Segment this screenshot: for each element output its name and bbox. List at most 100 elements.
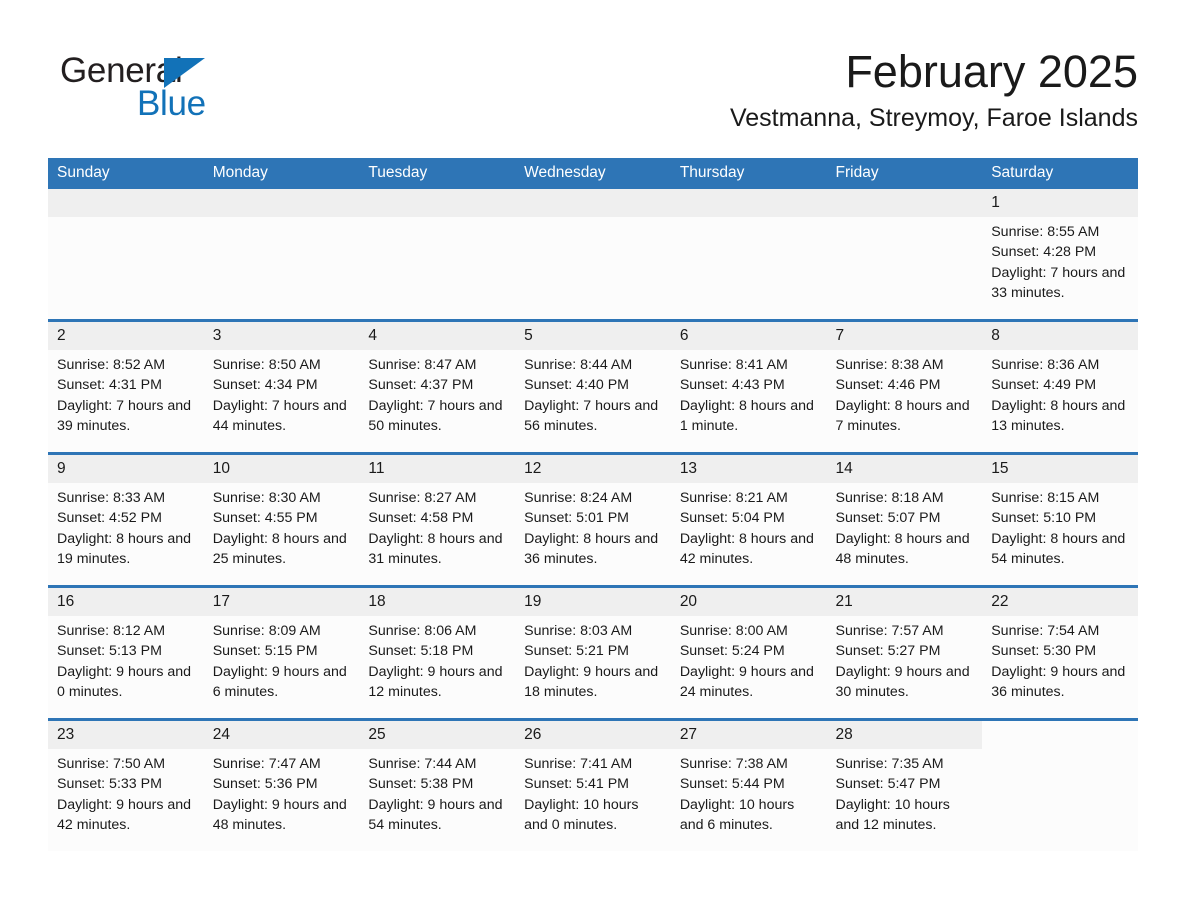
daylight-text: Daylight: 8 hours and 13 minutes. (991, 397, 1126, 435)
daylight-text: Daylight: 9 hours and 6 minutes. (212, 663, 347, 701)
calendar-day-cell[interactable]: 15 Sunrise: 8:15 AM Sunset: 5:10 PM Dayligh… (982, 452, 1138, 587)
day-number-band: 27 (670, 721, 827, 749)
day-details: Sunrise: 8:03 AM Sunset: 5:21 PM Daylight:… (515, 616, 671, 703)
sunrise-text: Sunrise: 8:09 AM (212, 623, 321, 639)
sunset-text: Sunset: 5:10 PM (991, 510, 1097, 527)
day-details: Sunrise: 7:41 AM Sunset: 5:41 PM Daylight:… (515, 749, 671, 836)
sunrise-text: Sunrise: 7:50 AM (57, 756, 166, 772)
day-number-band: 3 (203, 322, 360, 350)
day-number-band: 15 (982, 455, 1138, 483)
sunset-text: Sunset: 5:38 PM (368, 776, 474, 793)
daylight-text: Daylight: 8 hours and 36 minutes. (524, 530, 659, 568)
day-details: Sunrise: 8:21 AM Sunset: 5:04 PM Daylight:… (671, 483, 827, 570)
day-details: Sunrise: 8:38 AM Sunset: 4:46 PM Daylight:… (827, 350, 983, 437)
sunset-text: Sunset: 4:49 PM (991, 377, 1097, 394)
sunset-text: Sunset: 5:27 PM (835, 643, 941, 660)
day-number: 15 (991, 460, 1009, 477)
daylight-text: Daylight: 7 hours and 33 minutes. (991, 264, 1126, 302)
day-number: 12 (524, 460, 542, 477)
calendar-day-cell[interactable]: 4 Sunrise: 8:47 AM Sunset: 4:37 PM Daylight… (359, 319, 516, 454)
daylight-text: Daylight: 8 hours and 31 minutes. (368, 530, 503, 568)
calendar-day-cell[interactable]: 5 Sunrise: 8:44 AM Sunset: 4:40 PM Daylight… (515, 319, 671, 454)
daylight-text: Daylight: 7 hours and 39 minutes. (57, 397, 192, 435)
day-details: Sunrise: 7:50 AM Sunset: 5:33 PM Daylight:… (48, 749, 204, 836)
calendar-day-cell[interactable]: 18 Sunrise: 8:06 AM Sunset: 5:18 PM Dayligh… (359, 585, 516, 720)
sunrise-text: Sunrise: 7:35 AM (835, 756, 944, 772)
daylight-text: Daylight: 8 hours and 1 minute. (679, 397, 814, 435)
sunrise-text: Sunrise: 7:44 AM (368, 756, 477, 772)
day-number-band: 2 (48, 322, 204, 350)
day-details: Sunrise: 8:24 AM Sunset: 5:01 PM Daylight:… (515, 483, 671, 570)
calendar-day-cell[interactable]: 24 Sunrise: 7:47 AM Sunset: 5:36 PM Dayligh… (203, 718, 360, 851)
calendar-day-cell[interactable]: 17 Sunrise: 8:09 AM Sunset: 5:15 PM Dayligh… (203, 585, 360, 720)
calendar-cell-empty (826, 189, 983, 321)
calendar-day-cell[interactable]: 3 Sunrise: 8:50 AM Sunset: 4:34 PM Daylight… (203, 319, 360, 454)
sunrise-text: Sunrise: 8:33 AM (57, 490, 166, 506)
calendar-day-cell[interactable]: 13 Sunrise: 8:21 AM Sunset: 5:04 PM Dayligh… (670, 452, 827, 587)
day-number: 2 (57, 327, 66, 344)
calendar-day-cell[interactable]: 14 Sunrise: 8:18 AM Sunset: 5:07 PM Dayligh… (826, 452, 983, 587)
calendar-table: Sunday Monday Tuesday Wednesday Thursday… (48, 158, 1138, 851)
day-number: 6 (679, 327, 689, 344)
day-number: 8 (991, 327, 1000, 344)
day-details: Sunrise: 8:52 AM Sunset: 4:31 PM Daylight:… (48, 350, 204, 437)
calendar-day-cell[interactable]: 26 Sunrise: 7:41 AM Sunset: 5:41 PM Dayligh… (515, 718, 671, 851)
sunrise-text: Sunrise: 8:47 AM (368, 357, 477, 373)
general-blue-logo[interactable]: General Blue (60, 52, 320, 132)
sunrise-text: Sunrise: 8:21 AM (679, 490, 788, 506)
weekday-header-sunday: Sunday (48, 158, 204, 189)
calendar-day-cell[interactable]: 21 Sunrise: 7:57 AM Sunset: 5:27 PM Dayligh… (826, 585, 983, 720)
calendar-day-cell[interactable]: 7 Sunrise: 8:38 AM Sunset: 4:46 PM Daylight… (826, 319, 983, 454)
calendar-day-cell[interactable]: 25 Sunrise: 7:44 AM Sunset: 5:38 PM Dayligh… (359, 718, 516, 851)
sunrise-text: Sunrise: 7:41 AM (524, 756, 633, 772)
day-details: Sunrise: 8:33 AM Sunset: 4:52 PM Daylight:… (48, 483, 204, 570)
calendar-cell-blank (982, 718, 1138, 851)
day-number: 16 (57, 593, 75, 610)
day-details: Sunrise: 7:38 AM Sunset: 5:44 PM Daylight:… (671, 749, 827, 836)
sunset-text: Sunset: 4:46 PM (835, 377, 941, 394)
calendar-day-cell[interactable]: 12 Sunrise: 8:24 AM Sunset: 5:01 PM Dayligh… (515, 452, 671, 587)
calendar-cell-empty (359, 189, 516, 321)
sunrise-text: Sunrise: 8:36 AM (991, 357, 1100, 373)
day-details: Sunrise: 8:27 AM Sunset: 4:58 PM Daylight:… (359, 483, 515, 570)
calendar-day-cell[interactable]: 9 Sunrise: 8:33 AM Sunset: 4:52 PM Daylight… (48, 452, 204, 587)
weekday-header-monday: Monday (203, 158, 360, 189)
day-number-band: 9 (48, 455, 204, 483)
calendar-day-cell[interactable]: 11 Sunrise: 8:27 AM Sunset: 4:58 PM Dayligh… (359, 452, 516, 587)
sunset-text: Sunset: 5:44 PM (679, 776, 785, 793)
daylight-text: Daylight: 9 hours and 30 minutes. (835, 663, 970, 701)
sunset-text: Sunset: 4:34 PM (212, 377, 318, 394)
weekday-header-tuesday: Tuesday (359, 158, 516, 189)
day-number-band: 1 (982, 189, 1138, 217)
day-details: Sunrise: 8:15 AM Sunset: 5:10 PM Daylight:… (982, 483, 1138, 570)
calendar-week-row: 23 Sunrise: 7:50 AM Sunset: 5:33 PM Dayligh… (48, 718, 1138, 851)
calendar-day-cell[interactable]: 19 Sunrise: 8:03 AM Sunset: 5:21 PM Dayligh… (515, 585, 671, 720)
weekday-header-wednesday: Wednesday (515, 158, 671, 189)
daylight-text: Daylight: 8 hours and 25 minutes. (212, 530, 347, 568)
daylight-text: Daylight: 9 hours and 0 minutes. (57, 663, 192, 701)
calendar-day-cell[interactable]: 10 Sunrise: 8:30 AM Sunset: 4:55 PM Dayligh… (203, 452, 360, 587)
calendar-day-cell[interactable]: 16 Sunrise: 8:12 AM Sunset: 5:13 PM Dayligh… (48, 585, 204, 720)
calendar-day-cell[interactable]: 20 Sunrise: 8:00 AM Sunset: 5:24 PM Dayligh… (670, 585, 827, 720)
sunset-text: Sunset: 5:18 PM (368, 643, 474, 660)
daylight-text: Daylight: 9 hours and 18 minutes. (524, 663, 659, 701)
calendar-day-cell[interactable]: 6 Sunrise: 8:41 AM Sunset: 4:43 PM Daylight… (670, 319, 827, 454)
calendar-day-cell[interactable]: 28 Sunrise: 7:35 AM Sunset: 5:47 PM Dayligh… (826, 718, 983, 851)
sunset-text: Sunset: 5:41 PM (524, 776, 629, 793)
day-details: Sunrise: 8:47 AM Sunset: 4:37 PM Daylight:… (359, 350, 515, 437)
day-number-band (48, 189, 204, 217)
sunset-text: Sunset: 4:52 PM (57, 510, 162, 527)
daylight-text: Daylight: 9 hours and 12 minutes. (368, 663, 503, 701)
calendar-day-cell[interactable]: 27 Sunrise: 7:38 AM Sunset: 5:44 PM Dayligh… (670, 718, 827, 851)
day-number-band (203, 189, 360, 217)
daylight-text: Daylight: 9 hours and 24 minutes. (679, 663, 814, 701)
day-number: 7 (835, 327, 845, 344)
calendar-day-cell[interactable]: 2 Sunrise: 8:52 AM Sunset: 4:31 PM Daylight… (48, 319, 204, 454)
sunset-text: Sunset: 5:33 PM (57, 776, 162, 793)
calendar-day-cell[interactable]: 1 Sunrise: 8:55 AM Sunset: 4:28 PM Daylight… (982, 189, 1138, 321)
calendar-day-cell[interactable]: 22 Sunrise: 7:54 AM Sunset: 5:30 PM Dayligh… (982, 585, 1138, 720)
sunset-text: Sunset: 5:47 PM (835, 776, 941, 793)
calendar-day-cell[interactable]: 23 Sunrise: 7:50 AM Sunset: 5:33 PM Dayligh… (48, 718, 204, 851)
day-number-band: 10 (203, 455, 360, 483)
calendar-day-cell[interactable]: 8 Sunrise: 8:36 AM Sunset: 4:49 PM Daylight… (982, 319, 1138, 454)
